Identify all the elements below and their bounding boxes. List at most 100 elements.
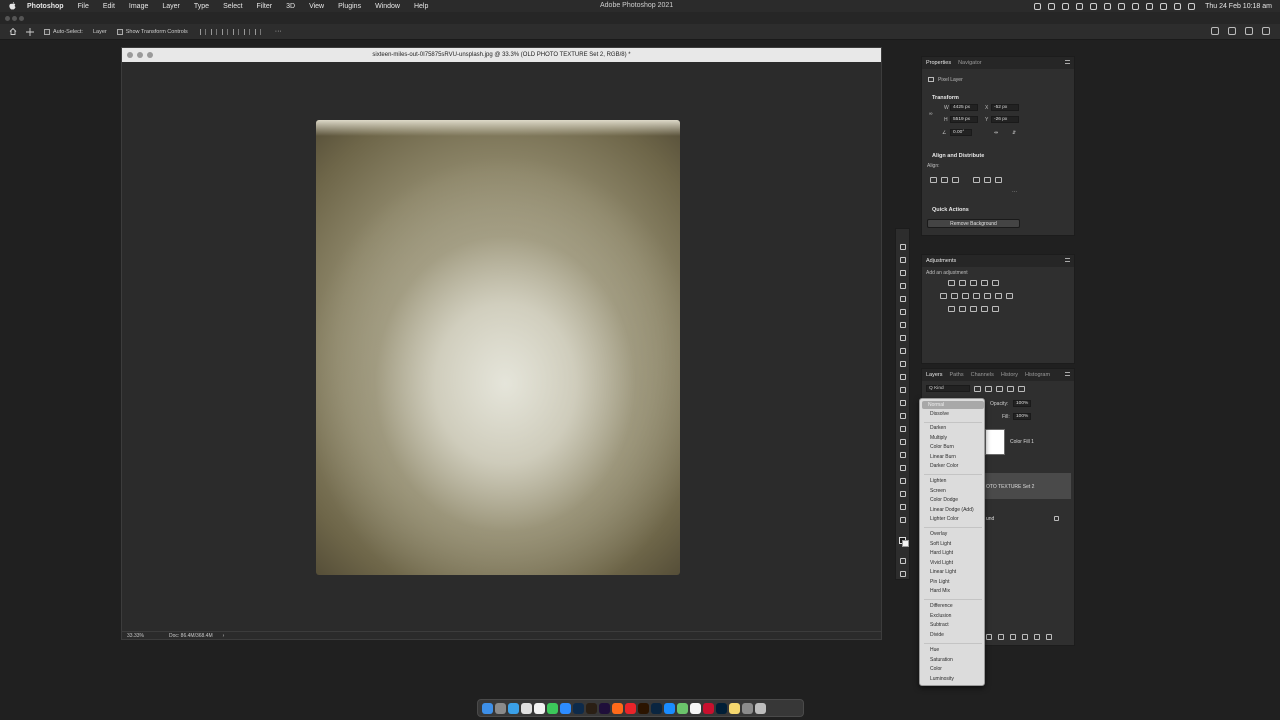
align-right-icon[interactable]	[952, 177, 959, 183]
acrobat-icon[interactable]	[703, 702, 714, 714]
background-color-swatch[interactable]	[902, 540, 909, 547]
angle-field[interactable]: 0.00°	[950, 129, 972, 136]
blend-difference[interactable]: Difference	[930, 603, 953, 609]
color-lookup-icon[interactable]	[995, 293, 1002, 299]
transform-section-title[interactable]: Transform	[932, 95, 959, 101]
old-photo-texture-image[interactable]	[316, 120, 680, 575]
align-center-icon[interactable]	[941, 177, 948, 183]
new-group-icon[interactable]	[1022, 634, 1028, 640]
clone-stamp-tool-icon[interactable]	[899, 360, 907, 368]
blend-hard-light[interactable]: Hard Light	[930, 550, 953, 556]
blend-hard-mix[interactable]: Hard Mix	[930, 588, 950, 594]
tab-channels[interactable]: Channels	[971, 372, 994, 378]
align-middle-icon[interactable]	[984, 177, 991, 183]
profile-icon[interactable]	[1211, 27, 1219, 35]
lightroom-icon[interactable]	[651, 702, 662, 714]
maps-icon[interactable]	[677, 702, 688, 714]
zoom-icon[interactable]	[560, 702, 571, 714]
quick-mask-icon[interactable]	[899, 557, 907, 565]
home-icon[interactable]	[8, 27, 17, 36]
frame-tool-icon[interactable]	[899, 308, 907, 316]
blend-divide[interactable]: Divide	[930, 632, 944, 638]
calendar-icon[interactable]	[534, 702, 545, 714]
blend-hue[interactable]: Hue	[930, 647, 939, 653]
tab-paths[interactable]: Paths	[950, 372, 964, 378]
time-machine-icon[interactable]	[1104, 2, 1112, 10]
auto-select-checkbox[interactable]	[44, 28, 50, 35]
screen-status-icon[interactable]	[1048, 2, 1056, 10]
menu-filter[interactable]: Filter	[257, 3, 273, 10]
safari-icon[interactable]	[508, 702, 519, 714]
filter-shape-icon[interactable]	[1007, 386, 1014, 392]
filter-type-icon[interactable]	[996, 386, 1003, 392]
rectangle-tool-icon[interactable]	[899, 477, 907, 485]
window-zoom-button[interactable]	[19, 16, 24, 21]
menu-photoshop[interactable]: Photoshop	[27, 3, 64, 10]
window-close-button[interactable]	[5, 16, 10, 21]
search-icon[interactable]	[1160, 2, 1168, 10]
messages-icon[interactable]	[547, 702, 558, 714]
hand-tool-icon[interactable]	[899, 490, 907, 498]
blend-dissolve[interactable]: Dissolve	[930, 411, 949, 417]
tab-properties[interactable]: Properties	[926, 60, 951, 66]
align-section-title[interactable]: Align and Distribute	[932, 153, 984, 159]
threshold-icon[interactable]	[970, 306, 977, 312]
brush-tool-icon[interactable]	[899, 347, 907, 355]
align-top-edges-icon[interactable]	[232, 28, 239, 35]
grid-icon[interactable]	[1006, 293, 1013, 299]
black-white-icon[interactable]	[962, 293, 969, 299]
levels-icon[interactable]	[959, 280, 966, 286]
remove-background-button[interactable]: Remove Background	[927, 219, 1020, 228]
zoom-level[interactable]: 33.33%	[127, 633, 157, 639]
path-selection-tool-icon[interactable]	[899, 464, 907, 472]
chrome-icon[interactable]	[521, 702, 532, 714]
vibrance-icon[interactable]	[992, 280, 999, 286]
photoshop-icon[interactable]	[573, 702, 584, 714]
blend-multiply[interactable]: Multiply	[930, 435, 947, 441]
move-tool-icon[interactable]	[25, 27, 34, 36]
blend-color[interactable]: Color	[930, 666, 942, 672]
align-bottom-edges-icon[interactable]	[254, 28, 261, 35]
trash-icon[interactable]	[1046, 634, 1052, 640]
layer-mask-icon[interactable]	[998, 634, 1004, 640]
align-left-icon[interactable]	[930, 177, 937, 183]
tab-layers[interactable]: Layers	[926, 372, 943, 378]
curves-icon[interactable]	[970, 280, 977, 286]
exposure-icon[interactable]	[981, 280, 988, 286]
trash-icon[interactable]	[755, 702, 766, 714]
invert-icon[interactable]	[948, 306, 955, 312]
eyedropper-tool-icon[interactable]	[899, 321, 907, 329]
blend-mode-current[interactable]: Normal	[922, 401, 984, 409]
tab-adjustments[interactable]: Adjustments	[926, 258, 956, 264]
blend-linear-burn[interactable]: Linear Burn	[930, 454, 956, 460]
filter-smart-object-icon[interactable]	[1018, 386, 1025, 392]
menu-view[interactable]: View	[309, 3, 324, 10]
blend-linear-dodge[interactable]: Linear Dodge (Add)	[930, 507, 974, 513]
control-center-icon[interactable]	[1174, 2, 1182, 10]
wifi-icon[interactable]	[1146, 2, 1154, 10]
canvas-area[interactable]	[122, 62, 881, 633]
layer-name-background[interactable]: und	[986, 516, 994, 522]
flip-horizontal-icon[interactable]: ⇹	[994, 130, 998, 136]
notes-icon[interactable]	[729, 702, 740, 714]
flip-vertical-icon[interactable]: ⇵	[1012, 130, 1016, 136]
menu-image[interactable]: Image	[129, 3, 148, 10]
blend-color-burn[interactable]: Color Burn	[930, 444, 954, 450]
launchpad-icon[interactable]	[495, 702, 506, 714]
blend-darker-color[interactable]: Darker Color	[930, 463, 958, 469]
eraser-tool-icon[interactable]	[899, 386, 907, 394]
quick-actions-title[interactable]: Quick Actions	[932, 207, 969, 213]
align-left-edges-icon[interactable]	[199, 28, 206, 35]
blend-lighten[interactable]: Lighten	[930, 478, 946, 484]
doc-close-button[interactable]	[127, 52, 133, 58]
align-horizontal-centers-icon[interactable]	[210, 28, 217, 35]
clock[interactable]: Thu 24 Feb 10:18 am	[1205, 3, 1272, 10]
search-icon[interactable]	[1228, 27, 1236, 35]
blend-exclusion[interactable]: Exclusion	[930, 613, 951, 619]
more-options-button[interactable]: ···	[275, 28, 282, 35]
blend-soft-light[interactable]: Soft Light	[930, 541, 951, 547]
y-field[interactable]: -26 px	[991, 116, 1019, 123]
panel-menu-icon[interactable]	[1065, 372, 1070, 376]
bluetooth-icon[interactable]	[1090, 2, 1098, 10]
dodge-tool-icon[interactable]	[899, 425, 907, 433]
